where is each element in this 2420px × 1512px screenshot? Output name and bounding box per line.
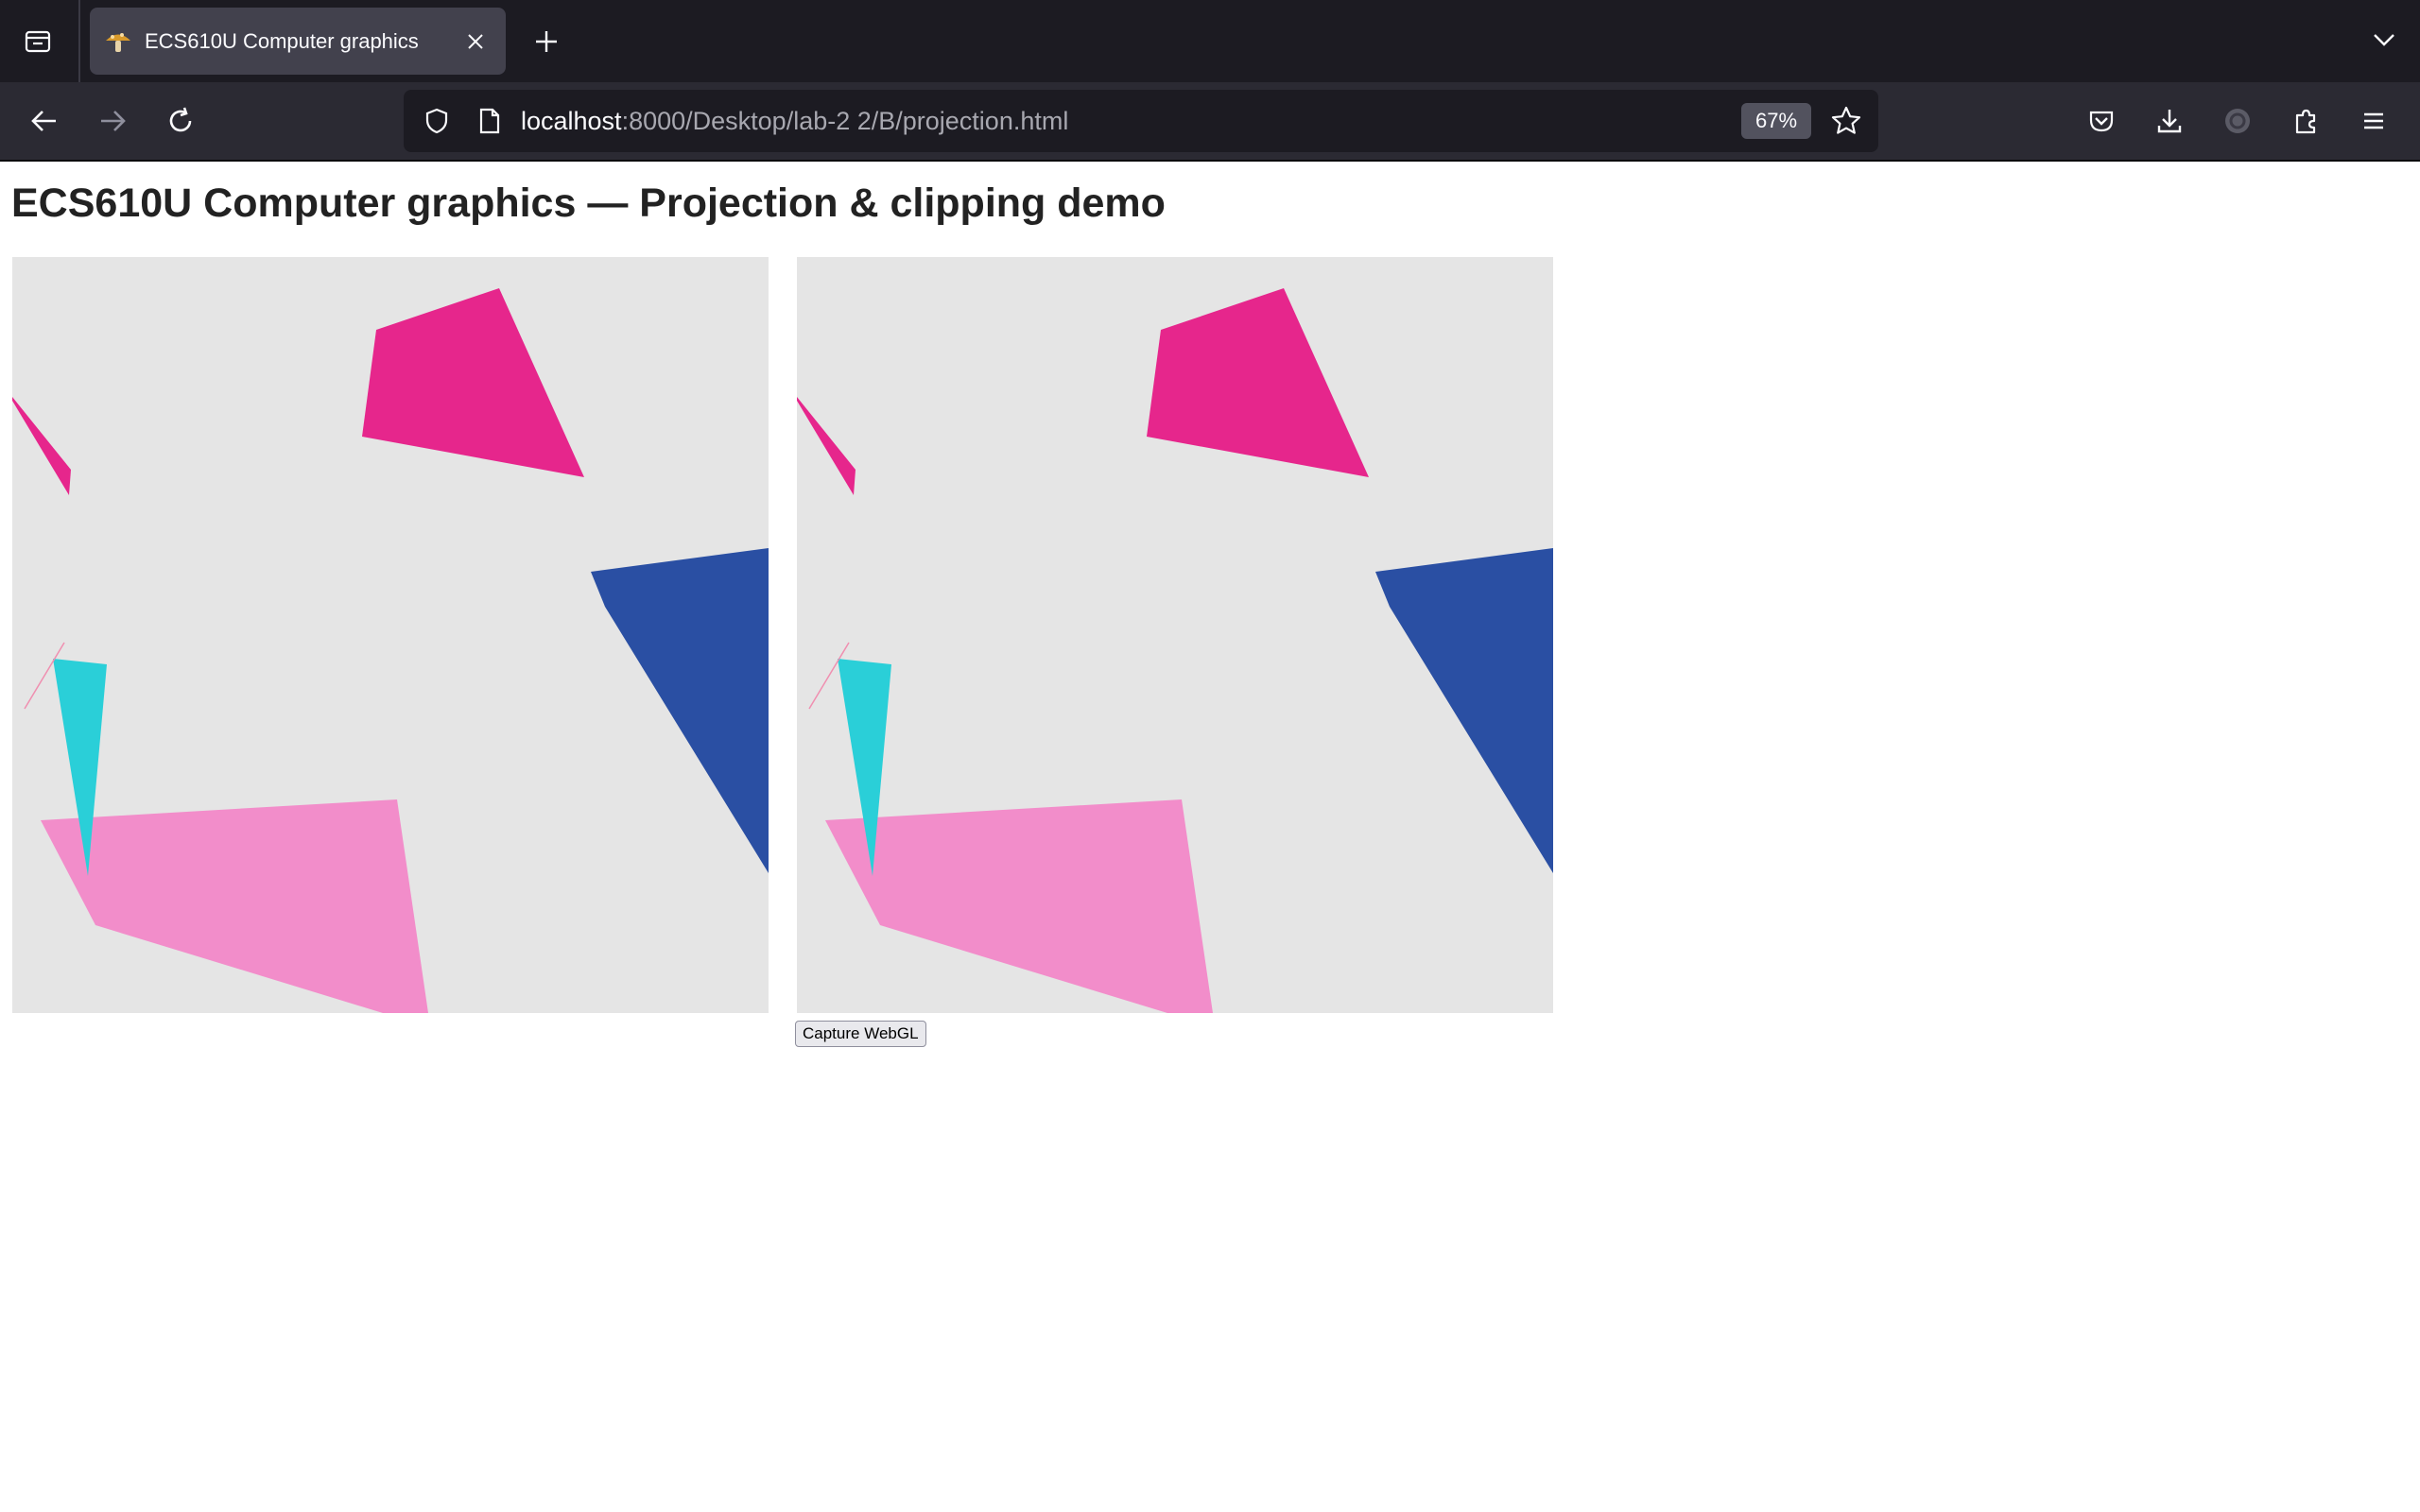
tab-title: ECS610U Computer graphics: [145, 29, 419, 53]
hamburger-menu-icon[interactable]: [2354, 101, 2394, 141]
blue-quad: [591, 548, 769, 873]
firefox-view-icon[interactable]: [19, 23, 57, 60]
tracking-shield-icon[interactable]: [419, 103, 455, 139]
web-page-content: ECS610U Computer graphics — Projection &…: [0, 162, 2420, 1512]
pocket-icon[interactable]: [2082, 101, 2121, 141]
magenta-quad: [362, 288, 584, 477]
blue-quad: [1375, 548, 1553, 873]
chevron-down-icon[interactable]: [2365, 21, 2403, 59]
tab-strip-divider: [78, 0, 80, 82]
address-bar[interactable]: localhost:8000/Desktop/lab-2 2/B/project…: [404, 90, 1878, 152]
navigation-toolbar: localhost:8000/Desktop/lab-2 2/B/project…: [0, 82, 2420, 160]
account-avatar-icon[interactable]: [2218, 101, 2257, 141]
page-info-icon[interactable]: [472, 103, 508, 139]
magenta-quad: [1147, 288, 1369, 477]
new-tab-plus-icon[interactable]: [527, 23, 565, 60]
downloads-icon[interactable]: [2150, 101, 2189, 141]
close-icon[interactable]: [458, 25, 493, 59]
url-host: localhost: [521, 107, 622, 135]
mushroom-favicon-icon: [103, 26, 133, 57]
back-arrow-icon[interactable]: [25, 101, 64, 141]
bookmark-star-icon[interactable]: [1826, 101, 1866, 141]
extensions-puzzle-icon[interactable]: [2286, 101, 2325, 141]
url-path: :8000/Desktop/lab-2 2/B/projection.html: [621, 107, 1069, 135]
pink-quad: [41, 799, 428, 1013]
capture-webgl-button[interactable]: Capture WebGL: [795, 1021, 926, 1047]
page-title: ECS610U Computer graphics — Projection &…: [11, 180, 1166, 226]
projection-canvas-right[interactable]: [797, 257, 1553, 1013]
tab-strip: ECS610U Computer graphics: [0, 0, 2420, 82]
forward-arrow-icon[interactable]: [93, 101, 132, 141]
reload-icon[interactable]: [161, 101, 200, 141]
zoom-level-badge[interactable]: 67%: [1741, 103, 1811, 139]
magenta-sliver: [12, 397, 71, 495]
projection-canvas-left[interactable]: [12, 257, 769, 1013]
pink-quad: [825, 799, 1213, 1013]
magenta-sliver: [797, 397, 856, 495]
url-text[interactable]: localhost:8000/Desktop/lab-2 2/B/project…: [521, 105, 1068, 137]
tab-active[interactable]: ECS610U Computer graphics: [90, 8, 506, 75]
